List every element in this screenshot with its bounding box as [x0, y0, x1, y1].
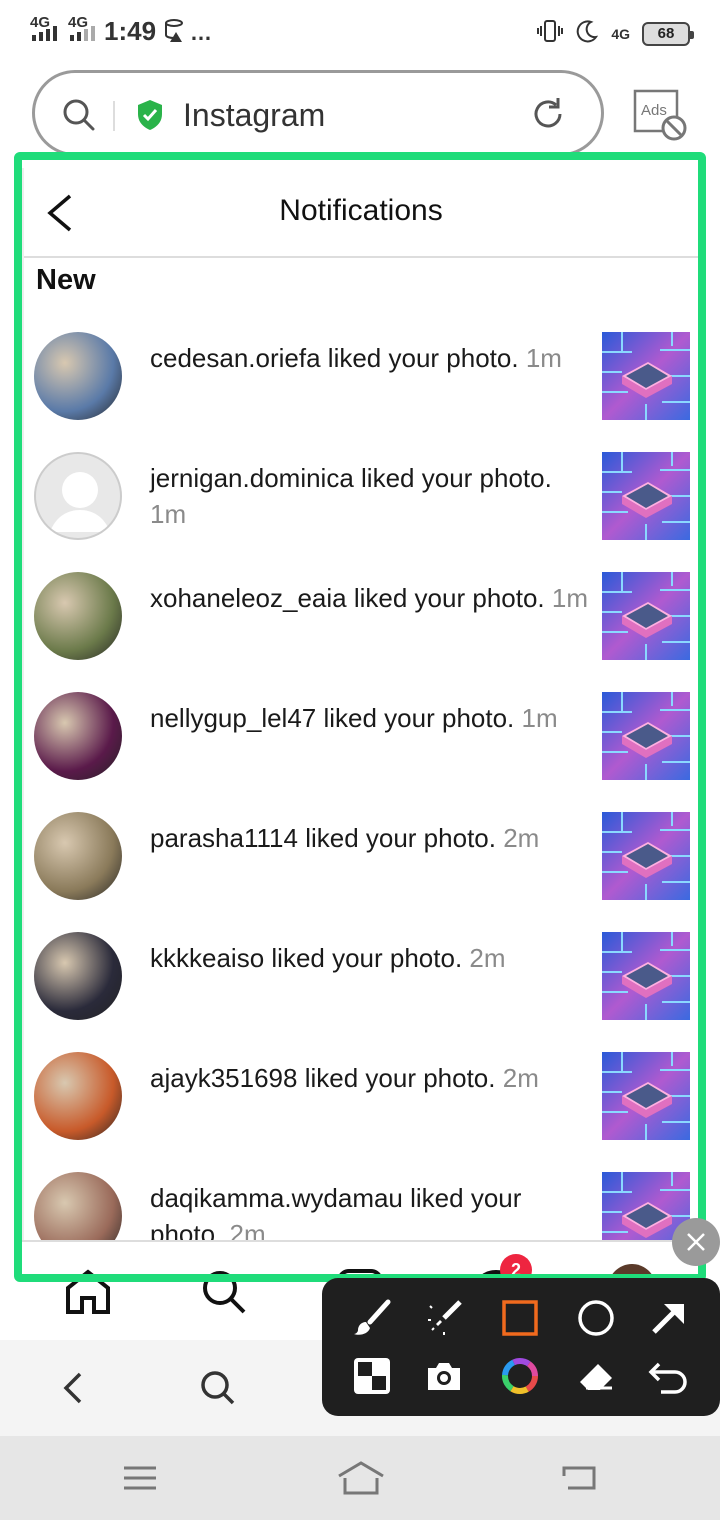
menu-icon[interactable] [122, 1464, 158, 1497]
eraser-icon[interactable] [572, 1352, 620, 1400]
notification-text: daqikamma.wydamau liked your photo. 2m [150, 1180, 590, 1240]
timestamp: 1m [551, 583, 589, 613]
username[interactable]: xohaneleoz_eaia [150, 583, 347, 613]
network-label-3: 4G [611, 25, 630, 42]
ads-label: Ads [641, 102, 667, 119]
data-saver-icon [164, 18, 186, 49]
brush-icon[interactable] [348, 1294, 396, 1342]
action-text: liked your photo. [304, 1063, 496, 1093]
notification-text: ajayk351698 liked your photo. 2m [150, 1060, 590, 1096]
battery-level: 68 [657, 25, 675, 42]
rectangle-icon[interactable] [496, 1294, 544, 1342]
close-toolbox-button[interactable] [672, 1218, 720, 1266]
avatar[interactable] [34, 692, 122, 780]
notification-row[interactable]: kkkkeaiso liked your photo. 2m [24, 932, 698, 1052]
browser-search-icon[interactable] [198, 1368, 238, 1413]
section-new-heading: New [36, 264, 96, 296]
notification-text: jernigan.dominica liked your photo. 1m [150, 460, 590, 532]
arrow-icon[interactable] [644, 1294, 692, 1342]
divider [113, 101, 115, 131]
avatar[interactable] [34, 572, 122, 660]
clock: 1:49 [104, 16, 157, 46]
username[interactable]: daqikamma.wydamau [150, 1183, 403, 1213]
username[interactable]: parasha1114 [150, 823, 298, 853]
action-text: liked your photo. [353, 583, 545, 613]
avatar[interactable] [34, 932, 122, 1020]
notification-text: xohaneleoz_eaia liked your photo. 1m [150, 580, 590, 616]
page-title: Notifications [279, 194, 443, 227]
status-right: 4G 68 [537, 18, 694, 49]
post-thumbnail[interactable] [602, 692, 690, 780]
timestamp: 1m [525, 343, 562, 373]
avatar[interactable] [34, 332, 122, 420]
signal-icon [32, 26, 57, 41]
notification-row[interactable]: parasha1114 liked your photo. 2m [24, 812, 698, 932]
notification-text: parasha1114 liked your photo. 2m [150, 820, 590, 856]
status-bar: 4G 4G 1:49 … 4G 68 [0, 0, 720, 64]
vibrate-icon [537, 18, 564, 49]
search-nav-icon[interactable] [200, 1268, 248, 1321]
post-thumbnail[interactable] [602, 452, 690, 540]
action-text: liked your photo. [327, 343, 519, 373]
username[interactable]: jernigan.dominica [150, 463, 354, 493]
do-not-disturb-moon-icon [575, 19, 599, 48]
action-text: liked your photo. [323, 703, 515, 733]
avatar[interactable] [34, 1172, 122, 1240]
address-bar[interactable]: Instagram [32, 70, 604, 156]
username[interactable]: kkkkeaiso [150, 943, 264, 973]
more-notifications-icon: … [190, 20, 212, 45]
post-thumbnail[interactable] [602, 332, 690, 420]
action-text: liked your photo. [305, 823, 496, 853]
camera-icon[interactable] [420, 1352, 468, 1400]
avatar[interactable] [34, 1052, 122, 1140]
ad-block-button[interactable]: Ads [632, 88, 692, 149]
page-header: Notifications [24, 168, 698, 258]
notification-text: nellygup_lel47 liked your photo. 1m [150, 700, 590, 736]
post-thumbnail[interactable] [602, 572, 690, 660]
action-text: liked your photo. [271, 943, 463, 973]
undo-icon[interactable] [644, 1352, 692, 1400]
timestamp: 2m [502, 1063, 539, 1093]
battery-indicator: 68 [642, 21, 694, 46]
mosaic-icon[interactable] [348, 1352, 396, 1400]
system-navigation [0, 1436, 720, 1520]
circle-icon[interactable] [572, 1294, 620, 1342]
notification-text: kkkkeaiso liked your photo. 2m [150, 940, 590, 976]
notification-row[interactable]: nellygup_lel47 liked your photo. 1m [24, 692, 698, 812]
action-text: liked your photo. [361, 463, 552, 493]
notification-row[interactable]: xohaneleoz_eaia liked your photo. 1m [24, 572, 698, 692]
timestamp: 2m [469, 943, 506, 973]
signal-icon-2 [70, 26, 95, 41]
avatar[interactable] [34, 452, 122, 540]
back-nav-icon[interactable] [560, 1462, 600, 1499]
username[interactable]: nellygup_lel47 [150, 703, 316, 733]
home-nav-icon[interactable] [336, 1460, 386, 1501]
magic-brush-icon[interactable] [420, 1294, 468, 1342]
shield-check-icon [135, 98, 165, 137]
url-title: Instagram [183, 97, 326, 133]
color-wheel-icon[interactable] [496, 1352, 544, 1400]
notification-row[interactable]: cedesan.oriefa liked your photo. 1m [24, 332, 698, 452]
avatar[interactable] [34, 812, 122, 900]
username[interactable]: cedesan.oriefa [150, 343, 321, 373]
timestamp: 2m [503, 823, 540, 853]
post-thumbnail[interactable] [602, 932, 690, 1020]
reload-icon[interactable] [529, 95, 567, 138]
timestamp: 1m [150, 499, 187, 529]
notifications-page: Notifications New cedesan.oriefa liked y… [22, 168, 698, 1240]
notification-text: cedesan.oriefa liked your photo. 1m [150, 340, 590, 376]
notification-row[interactable]: jernigan.dominica liked your photo. 1m [24, 452, 698, 572]
notification-row[interactable]: ajayk351698 liked your photo. 2m [24, 1052, 698, 1172]
search-icon[interactable] [61, 97, 97, 138]
timestamp: 1m [521, 703, 558, 733]
home-icon[interactable] [64, 1268, 112, 1321]
timestamp: 2m [229, 1219, 266, 1240]
notification-row[interactable]: daqikamma.wydamau liked your photo. 2m [24, 1172, 698, 1240]
post-thumbnail[interactable] [602, 812, 690, 900]
username[interactable]: ajayk351698 [150, 1063, 297, 1093]
post-thumbnail[interactable] [602, 1052, 690, 1140]
annotation-toolbox [322, 1278, 720, 1416]
browser-back-icon[interactable] [56, 1368, 90, 1413]
